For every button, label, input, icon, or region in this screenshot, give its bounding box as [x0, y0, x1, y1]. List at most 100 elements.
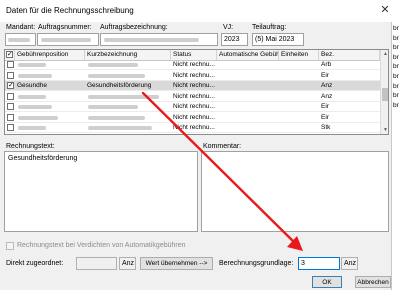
- vj-label: VJ:: [223, 24, 234, 31]
- close-button[interactable]: ✕: [376, 2, 394, 18]
- row-checkbox[interactable]: [7, 103, 14, 110]
- row-checkbox[interactable]: [7, 92, 14, 100]
- row-checkbox[interactable]: [7, 124, 14, 131]
- redacted-text: [88, 73, 145, 78]
- redacted-text: [88, 63, 138, 67]
- cell-kurzbezeichnung: [85, 123, 171, 133]
- header-select-all-checkbox[interactable]: [6, 50, 13, 60]
- cell-status: Nicht rechnu...: [173, 113, 215, 121]
- cell-bez: Anz: [321, 92, 333, 100]
- verdichten-label: Rechnungstext bei Verdichten von Automat…: [17, 242, 186, 249]
- background-list-item: br: [393, 34, 399, 42]
- cell-status: Nicht rechnu...: [173, 61, 215, 68]
- cell-kurzbezeichnung: [85, 92, 171, 102]
- table-row[interactable]: Nicht rechnu... Arb: [5, 60, 380, 70]
- table-row[interactable]: Nicht rechnu... Stk: [5, 123, 380, 133]
- cell-einheiten: [279, 81, 319, 91]
- scroll-up-icon[interactable]: ▲: [381, 50, 388, 58]
- direkt-anz-field: Anz: [119, 257, 136, 270]
- cell-automatische-gebuehr: [217, 71, 279, 81]
- rechnungstext-textarea[interactable]: Gesundheitsförderung: [4, 151, 198, 232]
- redacted-text: [18, 63, 46, 67]
- cell-bez: Eir: [321, 103, 329, 110]
- cell-gebuehrenposition: [15, 102, 85, 112]
- col-header-status[interactable]: Status: [171, 50, 217, 60]
- cell-automatische-gebuehr: [217, 123, 279, 133]
- auftragsnummer-field[interactable]: [37, 33, 99, 46]
- scroll-thumb[interactable]: [382, 88, 388, 101]
- rechnungstext-value: Gesundheitsförderung: [8, 155, 78, 162]
- direkt-zugeordnet-field[interactable]: [76, 257, 117, 270]
- col-header-einheiten[interactable]: Einheiten: [279, 50, 319, 60]
- table-row[interactable]: Gesundhe Gesundheitsförderung Nicht rechnu…: [5, 81, 380, 91]
- vj-field[interactable]: 2023: [221, 33, 248, 46]
- cell-automatische-gebuehr: [217, 81, 279, 91]
- table-row[interactable]: Nicht rechnu... Anz: [5, 92, 380, 102]
- wert-uebernehmen-button[interactable]: Wert übernehmen -->: [140, 257, 213, 270]
- positions-grid[interactable]: Gebührenposition Kurzbezeichnung Status …: [4, 49, 389, 135]
- teilauftrag-label: Teilauftrag:: [252, 24, 287, 31]
- abbrechen-button[interactable]: Abbrechen: [355, 276, 391, 288]
- table-row[interactable]: Nicht rechnu... Eir: [5, 113, 380, 123]
- cell-automatische-gebuehr: [217, 102, 279, 112]
- redacted-text: [18, 115, 58, 120]
- row-checkbox[interactable]: [7, 113, 14, 121]
- col-header-bez[interactable]: Bez.: [319, 50, 380, 60]
- cell-status: Nicht rechnu...: [173, 82, 215, 89]
- col-header-gebuehrenposition[interactable]: Gebührenposition: [15, 50, 85, 60]
- cell-gebuehrenposition: [15, 92, 85, 102]
- cell-einheiten: [279, 92, 319, 102]
- background-list-item: br: [393, 82, 399, 90]
- cell-bez: Eir: [321, 113, 329, 121]
- cell-einheiten: [279, 60, 319, 70]
- row-checkbox[interactable]: [7, 61, 14, 68]
- background-list-item: br: [393, 92, 399, 100]
- redacted-text: [88, 105, 138, 109]
- scroll-down-icon[interactable]: ▼: [381, 126, 388, 134]
- redacted-text: [88, 115, 145, 120]
- cell-status: Nicht rechnu...: [173, 71, 215, 79]
- cell-gebuehrenposition: [15, 60, 85, 70]
- cell-einheiten: [279, 123, 319, 133]
- table-row[interactable]: Nicht rechnu... Eir: [5, 71, 380, 81]
- row-checkbox[interactable]: [7, 71, 14, 79]
- verdichten-checkbox[interactable]: [6, 242, 14, 250]
- background-list-item: br: [393, 44, 399, 52]
- kommentar-textarea[interactable]: [201, 151, 389, 232]
- redacted-text: [18, 94, 46, 99]
- col-header-automatische-gebuehr[interactable]: Automatische Gebühr: [217, 50, 279, 60]
- cell-kurzbezeichnung: [85, 113, 171, 123]
- grid-vertical-scrollbar[interactable]: ▲ ▼: [380, 50, 388, 134]
- cell-kurzbezeichnung: [85, 102, 171, 112]
- redacted-text: [18, 105, 52, 109]
- kommentar-value: [202, 152, 388, 158]
- cell-kurzbezeichnung: [85, 71, 171, 81]
- background-list-item: br: [393, 73, 399, 80]
- cell-einheiten: [279, 113, 319, 123]
- cell-bez: Anz: [321, 82, 333, 89]
- cell-automatische-gebuehr: [217, 92, 279, 102]
- ok-button[interactable]: OK: [312, 276, 342, 288]
- header-checkbox-column[interactable]: [5, 50, 15, 60]
- table-row[interactable]: Nicht rechnu... Eir: [5, 102, 380, 112]
- direkt-zugeordnet-label: Direkt zugeordnet:: [6, 260, 64, 267]
- col-header-kurzbezeichnung[interactable]: Kurzbezeichnung: [85, 50, 171, 60]
- berechnungsgrundlage-input[interactable]: 3: [298, 257, 340, 270]
- background-list-item: br: [393, 63, 399, 71]
- rechnungstext-label: Rechnungstext:: [6, 143, 55, 150]
- auftragsnummer-label: Auftragsnummer:: [38, 24, 92, 31]
- row-checkbox[interactable]: [7, 81, 14, 89]
- kommentar-label: Kommentar:: [203, 143, 242, 150]
- cell-gebuehrenposition: [15, 113, 85, 123]
- cell-gebuehrenposition: [15, 71, 85, 81]
- redacted-text: [88, 126, 152, 130]
- cell-einheiten: [279, 102, 319, 112]
- cell-bez: Arb: [321, 61, 332, 68]
- auftragsbezeichnung-label: Auftragsbezeichnung:: [100, 24, 168, 31]
- auftragsbezeichnung-field[interactable]: [100, 33, 218, 46]
- cell-status: Nicht rechnu...: [173, 124, 215, 131]
- berechnungsgrundlage-label: Berechnungsgrundlage:: [219, 260, 294, 267]
- mandant-field[interactable]: [5, 33, 36, 46]
- teilauftrag-field[interactable]: (5) Mai 2023: [252, 33, 304, 46]
- cell-bez: Eir: [321, 71, 329, 79]
